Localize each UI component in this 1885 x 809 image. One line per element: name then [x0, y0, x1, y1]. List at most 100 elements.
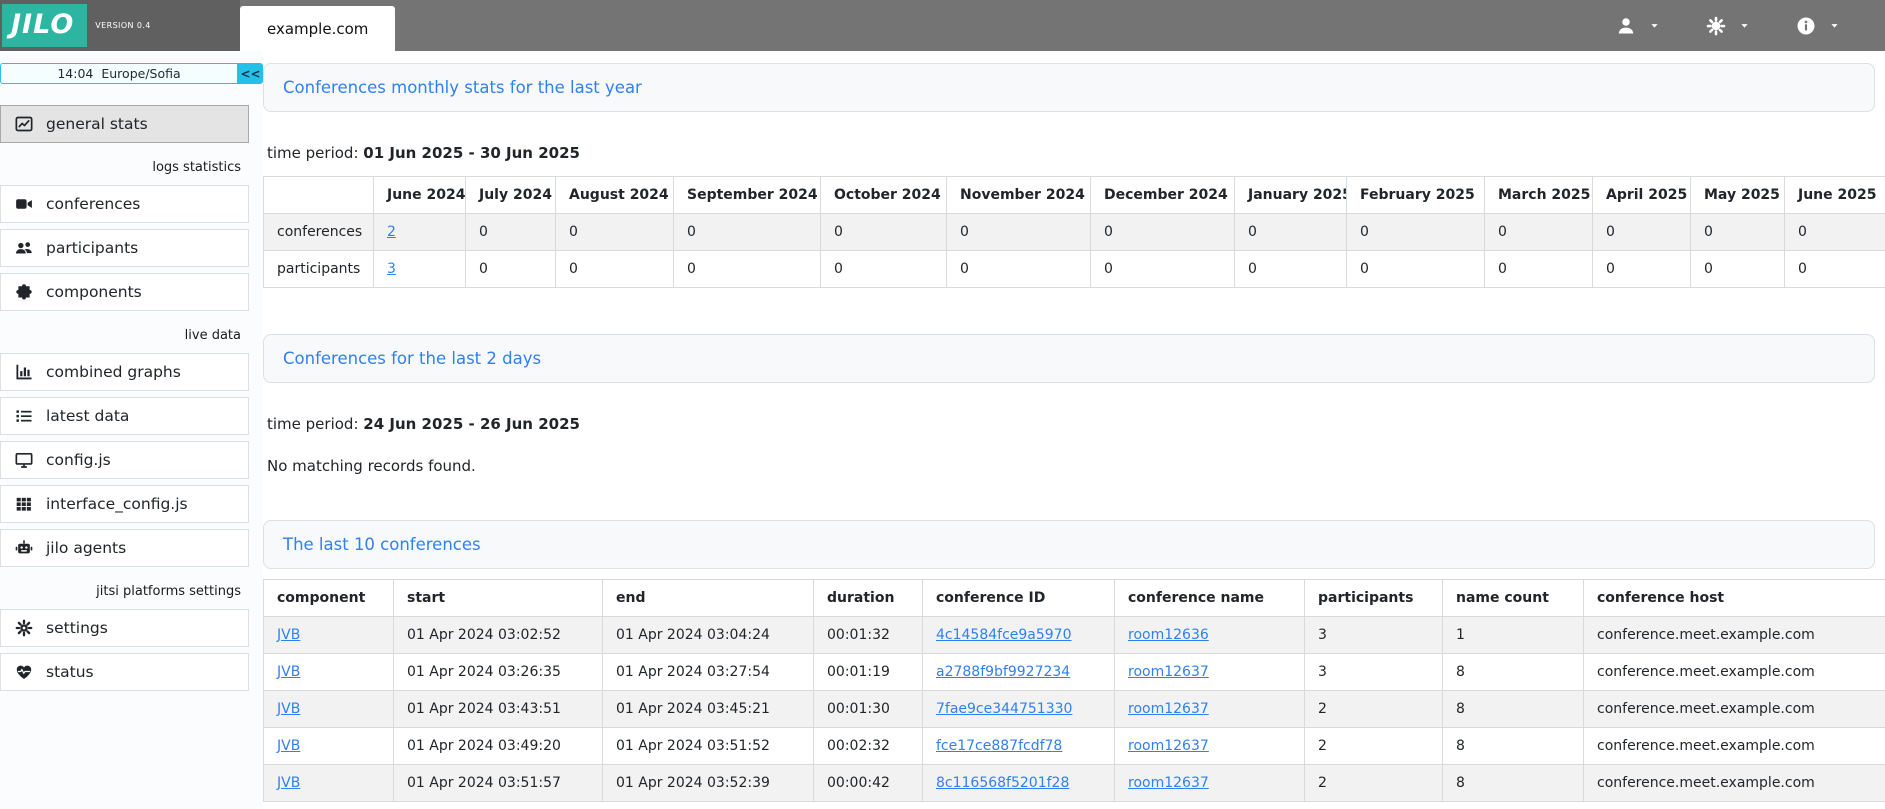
table-cell: 8 [1443, 691, 1584, 728]
settings-menu[interactable] [1706, 16, 1750, 36]
sidebar-item-label: combined graphs [46, 363, 181, 381]
user-menu[interactable] [1616, 16, 1660, 36]
table-row: JVB01 Apr 2024 03:51:5701 Apr 2024 03:52… [264, 765, 1885, 802]
table-cell: 0 [556, 251, 674, 288]
time-period: time period: 01 Jun 2025 - 30 Jun 2025 [267, 144, 1885, 162]
sidebar-item-label: conferences [46, 195, 140, 213]
app-logo[interactable]: JILO [2, 4, 87, 47]
version-label: VERSION 0.4 [95, 21, 150, 30]
table-link[interactable]: JVB [277, 701, 300, 717]
table-cell: 01 Apr 2024 03:45:21 [603, 691, 814, 728]
card-header-last-10-conferences[interactable]: The last 10 conferences [263, 520, 1875, 569]
page-layout: 14:04 Europe/Sofia << general stats logs … [0, 51, 1885, 809]
table-cell: JVB [264, 728, 394, 765]
table-cell: conference.meet.example.com [1584, 654, 1885, 691]
sidebar-item-settings[interactable]: settings [0, 609, 249, 647]
table-link[interactable]: JVB [277, 738, 300, 754]
robot-icon [15, 539, 33, 557]
table-cell: 0 [947, 251, 1091, 288]
table-cell: JVB [264, 617, 394, 654]
sidebar-collapse-button[interactable]: << [238, 63, 263, 84]
sidebar-item-combined-graphs[interactable]: combined graphs [0, 353, 249, 391]
clock-timezone: Europe/Sofia [101, 66, 180, 81]
table-link[interactable]: JVB [277, 627, 300, 643]
table-cell: fce17ce887fcdf78 [923, 728, 1115, 765]
table-cell: room12636 [1115, 617, 1305, 654]
column-header: name count [1443, 580, 1584, 617]
table-row: JVB01 Apr 2024 03:02:5201 Apr 2024 03:04… [264, 617, 1885, 654]
clock-bar: 14:04 Europe/Sofia << [0, 63, 263, 84]
heart-pulse-icon [15, 663, 33, 681]
sidebar-item-label: settings [46, 619, 108, 637]
info-menu[interactable] [1796, 16, 1840, 36]
table-link[interactable]: a2788f9bf9927234 [936, 664, 1070, 680]
topbar-brand-area: JILO VERSION 0.4 [0, 0, 240, 51]
table-link[interactable]: room12637 [1128, 664, 1209, 680]
table-link[interactable]: 8c116568f5201f28 [936, 775, 1069, 791]
table-cell: 0 [1091, 214, 1235, 251]
table-cells-icon [15, 495, 33, 513]
table-cell: 0 [1785, 214, 1885, 251]
table-cell: room12637 [1115, 765, 1305, 802]
display-icon [15, 451, 33, 469]
table-cell: 0 [1691, 251, 1785, 288]
sidebar-item-latest-data[interactable]: latest data [0, 397, 249, 435]
puzzle-piece-icon [15, 283, 33, 301]
column-header: component [264, 580, 394, 617]
sidebar-item-conferences[interactable]: conferences [0, 185, 249, 223]
table-row: conferences2000000000000 [264, 214, 1885, 251]
table-link[interactable]: room12637 [1128, 701, 1209, 717]
table-link[interactable]: 2 [387, 224, 396, 240]
column-header: October 2024 [821, 177, 947, 214]
table-cell: conference.meet.example.com [1584, 765, 1885, 802]
table-link[interactable]: room12636 [1128, 627, 1209, 643]
card-header-last-2-days[interactable]: Conferences for the last 2 days [263, 334, 1875, 383]
sidebar-item-general-stats[interactable]: general stats [0, 105, 249, 143]
table-link[interactable]: room12637 [1128, 775, 1209, 791]
column-header: November 2024 [947, 177, 1091, 214]
sidebar-item-interface-config-js[interactable]: interface_config.js [0, 485, 249, 523]
sidebar-item-label: participants [46, 239, 138, 257]
tab-example-com[interactable]: example.com [240, 6, 395, 51]
sidebar-item-config-js[interactable]: config.js [0, 441, 249, 479]
table-link[interactable]: 7fae9ce344751330 [936, 701, 1072, 717]
column-header: March 2025 [1485, 177, 1593, 214]
sidebar-nav: general stats logs statistics conferences p… [0, 105, 263, 691]
sidebar-section-label: jitsi platforms settings [0, 573, 263, 609]
table-cell: 1 [1443, 617, 1584, 654]
sidebar-item-components[interactable]: components [0, 273, 249, 311]
table-link[interactable]: fce17ce887fcdf78 [936, 738, 1062, 754]
table-link[interactable]: JVB [277, 775, 300, 791]
table-clip: componentstartenddurationconference IDco… [263, 569, 1885, 802]
caret-down-icon [1829, 20, 1840, 31]
table-cell: 0 [1593, 251, 1691, 288]
sidebar-item-jilo-agents[interactable]: jilo agents [0, 529, 249, 567]
empty-message: No matching records found. [267, 457, 1885, 475]
table-cell: 00:01:32 [814, 617, 923, 654]
table-clip: June 2024July 2024August 2024September 2… [263, 162, 1885, 288]
table-cell: 2 [374, 214, 466, 251]
main-content: Conferences monthly stats for the last y… [263, 51, 1885, 809]
column-header: conference name [1115, 580, 1305, 617]
table-cell: JVB [264, 654, 394, 691]
table-cell: 0 [674, 214, 821, 251]
table-cell: 01 Apr 2024 03:04:24 [603, 617, 814, 654]
table-row: participants3000000000000 [264, 251, 1885, 288]
sidebar-item-participants[interactable]: participants [0, 229, 249, 267]
topbar: JILO VERSION 0.4 example.com [0, 0, 1885, 51]
table-link[interactable]: JVB [277, 664, 300, 680]
table-cell: 2 [1305, 691, 1443, 728]
column-header: January 2025 [1235, 177, 1347, 214]
table-link[interactable]: 4c14584fce9a5970 [936, 627, 1072, 643]
sidebar-item-label: components [46, 283, 142, 301]
card-header-monthly-stats[interactable]: Conferences monthly stats for the last y… [263, 63, 1875, 112]
table-cell: 3 [374, 251, 466, 288]
sidebar-item-status[interactable]: status [0, 653, 249, 691]
info-icon [1796, 16, 1816, 36]
gear-icon [1706, 16, 1726, 36]
table-cell: 0 [821, 214, 947, 251]
app-root: JILO VERSION 0.4 example.com [0, 0, 1885, 809]
sidebar-section-label: logs statistics [0, 149, 263, 185]
table-link[interactable]: room12637 [1128, 738, 1209, 754]
table-link[interactable]: 3 [387, 261, 396, 277]
